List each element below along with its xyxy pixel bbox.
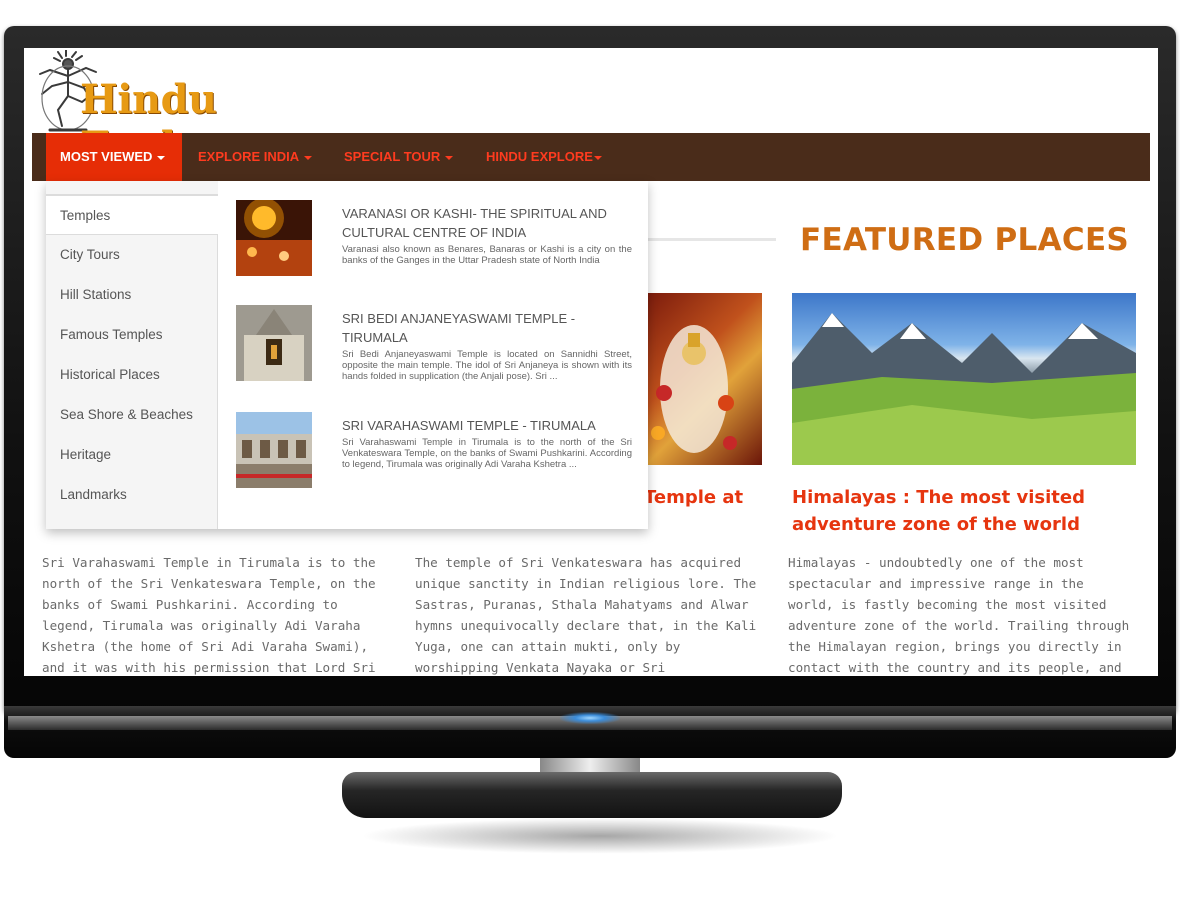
dropdown-entry-desc: Sri Bedi Anjaneyaswami Temple is located… bbox=[342, 349, 632, 382]
nav-special-tour[interactable]: SPECIAL TOUR bbox=[330, 133, 467, 181]
chevron-down-icon bbox=[445, 155, 454, 160]
card-body-himalayas: Himalayas - undoubtedly one of the most … bbox=[788, 555, 1130, 675]
main-navbar: MOST VIEWED EXPLORE INDIA SPECIAL TOUR H… bbox=[32, 133, 1150, 181]
site-logo[interactable]: Hindu Explore bbox=[30, 50, 370, 170]
monitor-stand bbox=[342, 772, 842, 818]
dropdown-item-temples[interactable]: Temples bbox=[46, 195, 218, 235]
dropdown-item-hill-stations[interactable]: Hill Stations bbox=[46, 275, 218, 315]
power-led bbox=[560, 712, 620, 724]
varanasi-thumbnail bbox=[236, 200, 312, 276]
chevron-down-icon bbox=[157, 155, 166, 160]
nav-most-viewed[interactable]: MOST VIEWED bbox=[46, 133, 182, 181]
dropdown-item-city-tours[interactable]: City Tours bbox=[46, 235, 218, 275]
dropdown-item-sea-shore-beaches[interactable]: Sea Shore & Beaches bbox=[46, 395, 218, 435]
featured-places-heading: FEATURED PLACES bbox=[800, 222, 1130, 258]
nav-most-viewed-label: MOST VIEWED bbox=[60, 149, 153, 164]
dropdown-entry-varanasi[interactable]: VARANASI OR KASHI- THE SPIRITUAL AND CUL… bbox=[236, 200, 636, 280]
card-title-himalayas-line2[interactable]: adventure zone of the world bbox=[792, 511, 1080, 538]
dropdown-entry-desc: Sri Varahaswami Temple in Tirumala is to… bbox=[342, 437, 632, 470]
nav-explore-india[interactable]: EXPLORE INDIA bbox=[184, 133, 326, 181]
dropdown-entry-bedi-anjaneyaswami[interactable]: SRI BEDI ANJANEYASWAMI TEMPLE - TIRUMALA… bbox=[236, 305, 636, 385]
dropdown-item-historical-places[interactable]: Historical Places bbox=[46, 355, 218, 395]
dropdown-item-heritage[interactable]: Heritage bbox=[46, 435, 218, 475]
dropdown-item-landmarks[interactable]: Landmarks bbox=[46, 475, 218, 515]
nav-hindu-explore[interactable]: HINDU EXPLORE bbox=[472, 133, 616, 181]
dropdown-menu-top bbox=[46, 181, 218, 195]
dropdown-entry-desc: Varanasi also known as Benares, Banaras … bbox=[342, 244, 632, 266]
dropdown-category-menu: Temples City Tours Hill Stations Famous … bbox=[46, 181, 218, 529]
card-image-himalayas[interactable] bbox=[792, 293, 1136, 465]
dropdown-item-famous-temples[interactable]: Famous Temples bbox=[46, 315, 218, 355]
dropdown-entry-title: VARANASI OR KASHI- THE SPIRITUAL AND CUL… bbox=[342, 206, 607, 240]
anjaneyaswami-thumbnail bbox=[236, 305, 312, 381]
card-title-himalayas-line1[interactable]: Himalayas : The most visited bbox=[792, 484, 1085, 511]
most-viewed-dropdown: Temples City Tours Hill Stations Famous … bbox=[46, 181, 648, 529]
stand-shadow bbox=[360, 818, 840, 854]
chevron-down-icon bbox=[304, 155, 313, 160]
nav-explore-india-label: EXPLORE INDIA bbox=[198, 149, 300, 164]
card-body-varahaswami: Sri Varahaswami Temple in Tirumala is to… bbox=[42, 555, 376, 675]
nav-hindu-explore-label: HINDU EXPLORE bbox=[486, 149, 593, 164]
dropdown-entry-varahaswami[interactable]: SRI VARAHASWAMI TEMPLE - TIRUMALA Sri Va… bbox=[236, 412, 636, 492]
varahaswami-thumbnail bbox=[236, 412, 312, 488]
website-screen: Hindu Explore MOST VIEWED EXPLORE INDIA … bbox=[24, 48, 1158, 676]
card-image-venkateswara[interactable] bbox=[644, 293, 762, 465]
mountains-illustration bbox=[792, 313, 1136, 465]
card-body-venkateswara: The temple of Sri Venkateswara has acqui… bbox=[415, 555, 757, 675]
dropdown-entry-title: SRI VARAHASWAMI TEMPLE - TIRUMALA bbox=[342, 418, 596, 433]
dropdown-entry-title: SRI BEDI ANJANEYASWAMI TEMPLE - TIRUMALA bbox=[342, 311, 576, 345]
nav-special-tour-label: SPECIAL TOUR bbox=[344, 149, 441, 164]
deity-illustration bbox=[651, 325, 737, 453]
section-divider bbox=[644, 238, 776, 241]
chevron-down-icon bbox=[593, 155, 602, 160]
card-title-venkateswara[interactable]: Temple at bbox=[644, 484, 743, 511]
